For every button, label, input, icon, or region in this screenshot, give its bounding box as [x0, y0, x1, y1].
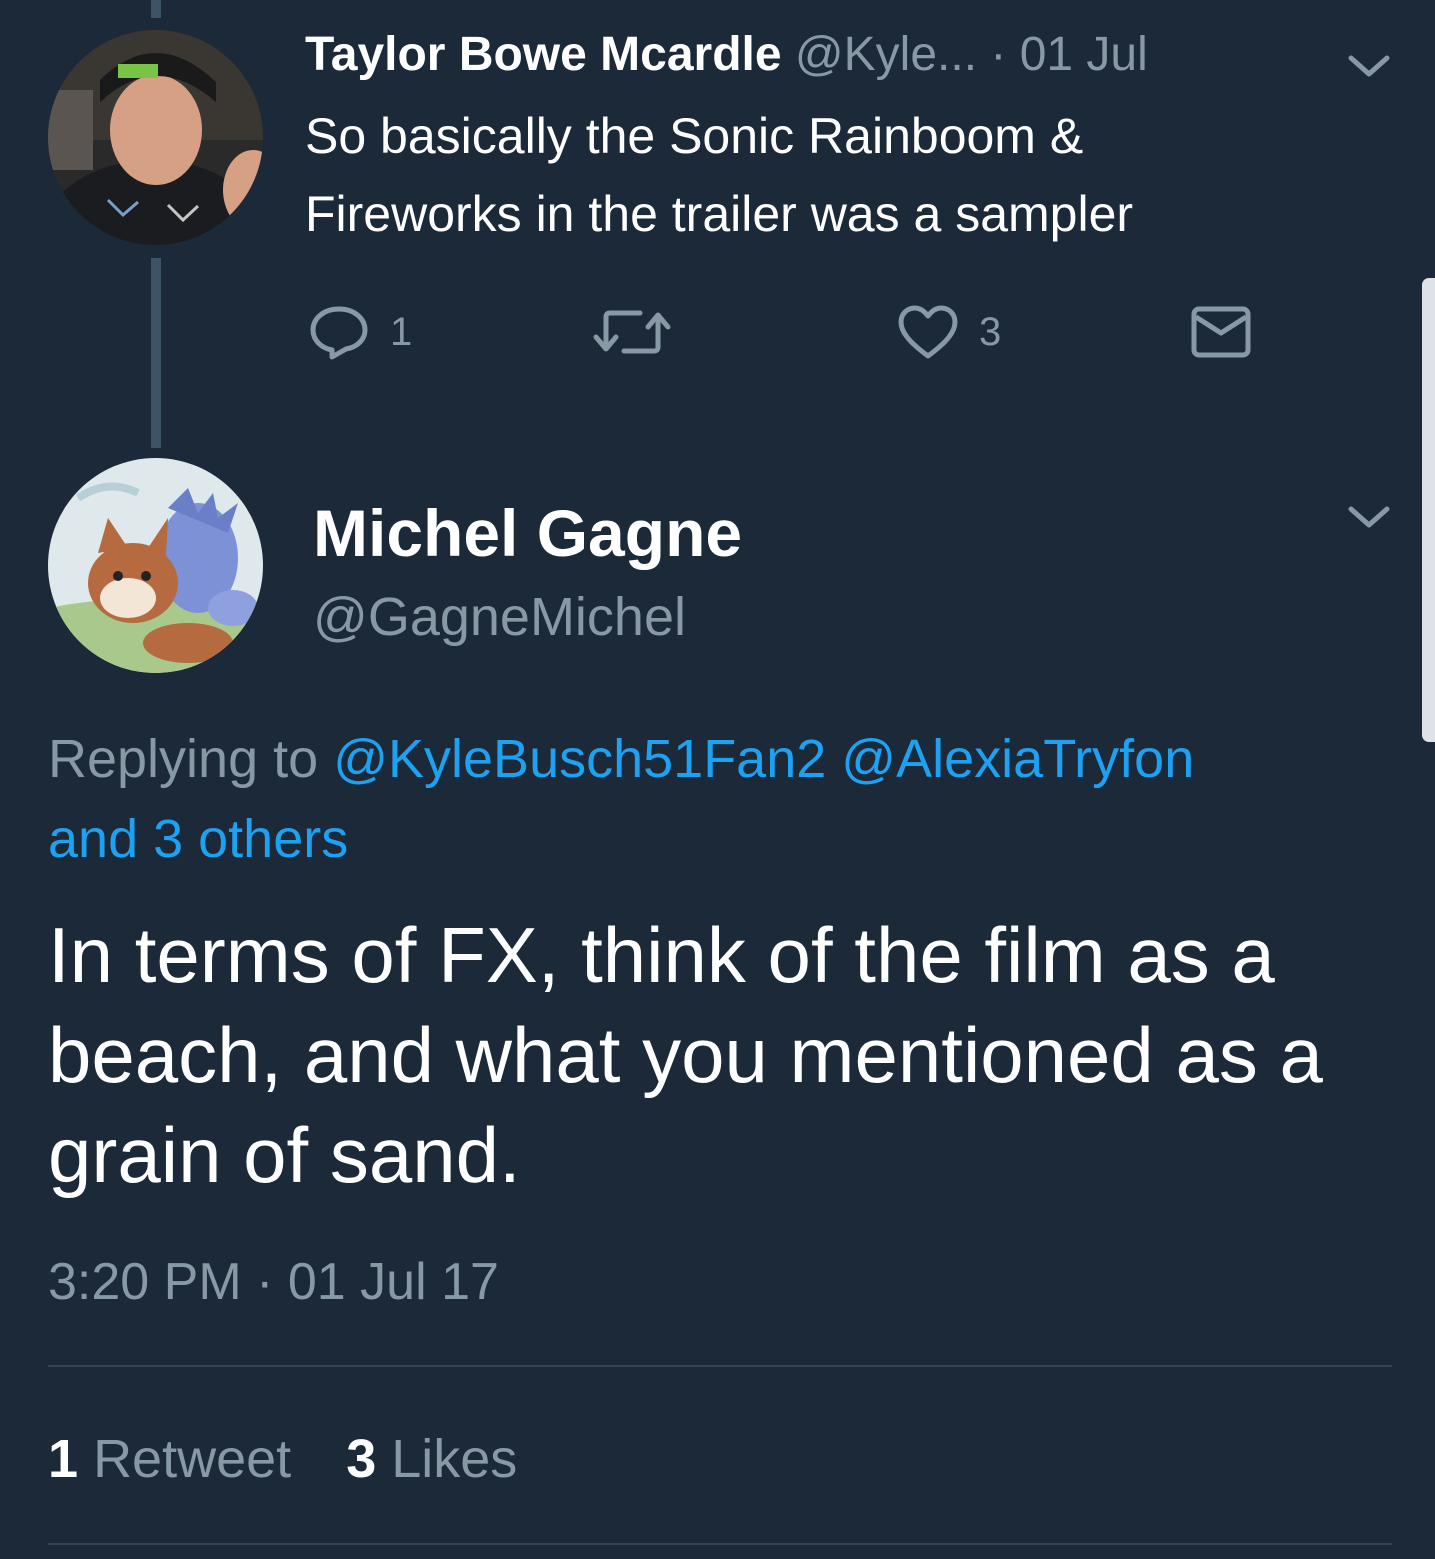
like-stat-count: 3: [346, 1429, 377, 1489]
tweet1-reply-button[interactable]: 1: [308, 302, 412, 362]
main-time: 3:20 PM: [48, 1253, 242, 1311]
main-tweet-text: In terms of FX, think of the film as a b…: [48, 911, 1323, 1199]
tweet1-header: Taylor Bowe Mcardle @Kyle... · 01 Jul: [305, 24, 1148, 86]
tweet1-message-button[interactable]: [1190, 304, 1252, 360]
main-timestamp[interactable]: 3:20 PM · 01 Jul 17: [48, 1250, 499, 1314]
tweet1-handle[interactable]: @Kyle...: [795, 28, 977, 81]
tweet1-date[interactable]: 01 Jul: [1020, 28, 1148, 81]
tweet1-text-line2: Fireworks in the trailer was a sampler: [305, 186, 1134, 242]
tweet1-chevron-down-icon[interactable]: [1345, 52, 1393, 82]
main-date: 01 Jul 17: [287, 1253, 499, 1311]
reply-mention-2[interactable]: @AlexiaTryfon: [841, 729, 1194, 789]
heart-icon: [898, 305, 958, 359]
avatar-michel-image: [48, 458, 263, 673]
thread-line-bottom: [151, 258, 161, 448]
retweets-stat[interactable]: 1 Retweet: [48, 1429, 306, 1489]
tweet1-text-line1: So basically the Sonic Rainboom &: [305, 108, 1084, 164]
retweet-stat-count: 1: [48, 1429, 79, 1489]
replying-to-line: Replying to @KyleBusch51Fan2 @AlexiaTryf…: [48, 726, 1194, 792]
retweet-stat-label: Retweet: [93, 1429, 292, 1489]
reply-icon: [310, 306, 368, 360]
main-handle[interactable]: @GagneMichel: [313, 584, 686, 650]
main-timestamp-separator: ·: [256, 1253, 274, 1311]
stats-divider-bottom: [48, 1543, 1392, 1545]
main-chevron-down-icon[interactable]: [1345, 503, 1393, 533]
envelope-icon: [1191, 306, 1251, 358]
avatar-taylor[interactable]: [48, 30, 263, 245]
main-author-name[interactable]: Michel Gagne: [313, 494, 742, 572]
stats-row: 1 Retweet 3 Likes: [48, 1426, 517, 1492]
tweet1-like-count: 3: [979, 309, 1002, 354]
avatar-taylor-image: [48, 30, 263, 245]
thread-line-top: [151, 0, 161, 18]
retweet-icon: [593, 310, 671, 354]
reply-others-link[interactable]: and 3 others: [48, 806, 348, 872]
avatar-michel[interactable]: [48, 458, 263, 673]
tweet1-author-name[interactable]: Taylor Bowe Mcardle: [305, 28, 782, 81]
scrollbar-thumb[interactable]: [1422, 278, 1435, 742]
tweet1-separator: ·: [990, 28, 1007, 81]
stats-divider-top: [48, 1365, 1392, 1367]
like-stat-label: Likes: [391, 1429, 518, 1489]
tweet1-retweet-button[interactable]: [592, 306, 692, 358]
likes-stat[interactable]: 3 Likes: [346, 1429, 517, 1489]
reply-mention-1[interactable]: @KyleBusch51Fan2: [333, 729, 826, 789]
tweet1-like-button[interactable]: 3: [897, 302, 1001, 362]
replying-prefix: Replying to: [48, 729, 319, 789]
tweet1-reply-count: 1: [390, 309, 413, 354]
